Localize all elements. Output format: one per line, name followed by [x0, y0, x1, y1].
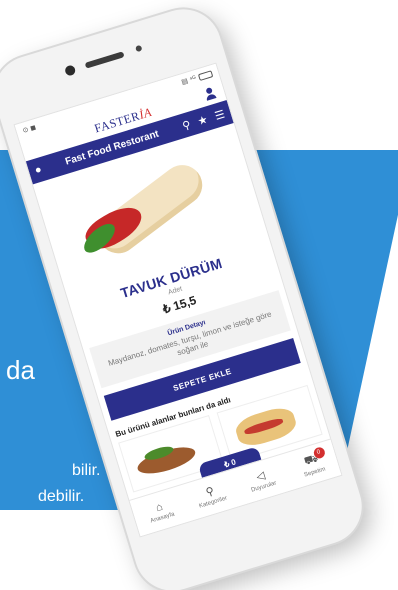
search-icon[interactable]: ⚲: [181, 118, 192, 132]
filter-icon[interactable]: ☰: [213, 107, 226, 122]
battery-icon: [197, 69, 214, 81]
tab-categories[interactable]: ⚲ Kategoriler: [184, 478, 238, 513]
tab-label: Kategoriler: [198, 495, 229, 510]
search-icon: ⚲: [204, 485, 216, 499]
star-icon[interactable]: ★: [196, 112, 209, 127]
tab-label: Anasayfa: [149, 511, 176, 525]
earpiece-speaker: [84, 51, 125, 69]
user-icon[interactable]: [203, 86, 218, 101]
tab-label: Duyurular: [250, 480, 278, 494]
background-text-1: da: [6, 355, 35, 385]
front-camera: [63, 64, 77, 77]
background-text-3: debilir.: [38, 488, 85, 505]
megaphone-icon: ◁: [254, 469, 267, 484]
tab-announcements[interactable]: ◁ Duyurular: [235, 463, 289, 498]
logo-accent: İA: [137, 104, 154, 122]
tab-home[interactable]: ⌂ Anasayfa: [134, 494, 188, 528]
brand-spacer: [30, 145, 41, 149]
location-pin-icon[interactable]: ●: [33, 163, 43, 176]
home-icon: ⌂: [154, 500, 165, 514]
app-bar-actions: ⚲ ★ ☰: [181, 107, 226, 132]
proximity-sensor: [135, 44, 143, 53]
tab-cart[interactable]: ⛟ 0 Sepetim: [285, 445, 339, 483]
background-text-2: bilir.: [72, 462, 101, 479]
status-signal: ▤ ⁴ᴳ: [180, 75, 198, 87]
status-left: ⊙ ◼: [21, 124, 38, 135]
